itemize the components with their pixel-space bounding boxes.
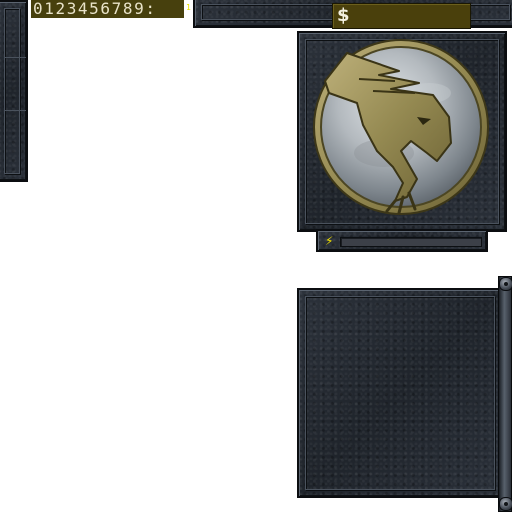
- credits-display: $: [332, 3, 471, 29]
- power-track: [340, 237, 482, 247]
- sidebar-build-panel: [297, 288, 503, 498]
- left-frame-inner: [4, 8, 20, 174]
- sidebar-scrollbar[interactable]: [498, 276, 512, 512]
- left-frame-bar: [0, 0, 28, 182]
- build-panel-inner: [305, 296, 495, 490]
- left-frame-divider: [4, 110, 26, 111]
- left-frame-divider: [4, 57, 26, 58]
- lightning-icon: ⚡: [325, 234, 334, 248]
- dollar-icon: $: [337, 5, 350, 26]
- tiny-marker-glyph: 1: [186, 3, 191, 12]
- scroll-up-knob[interactable]: [499, 277, 512, 291]
- power-bar: ⚡: [316, 229, 488, 252]
- digit-font-strip: 0123456789:: [31, 0, 184, 18]
- scroll-down-knob[interactable]: [499, 497, 512, 511]
- faction-logo-panel: [297, 31, 507, 232]
- eagle-emblem-icon: [313, 39, 489, 215]
